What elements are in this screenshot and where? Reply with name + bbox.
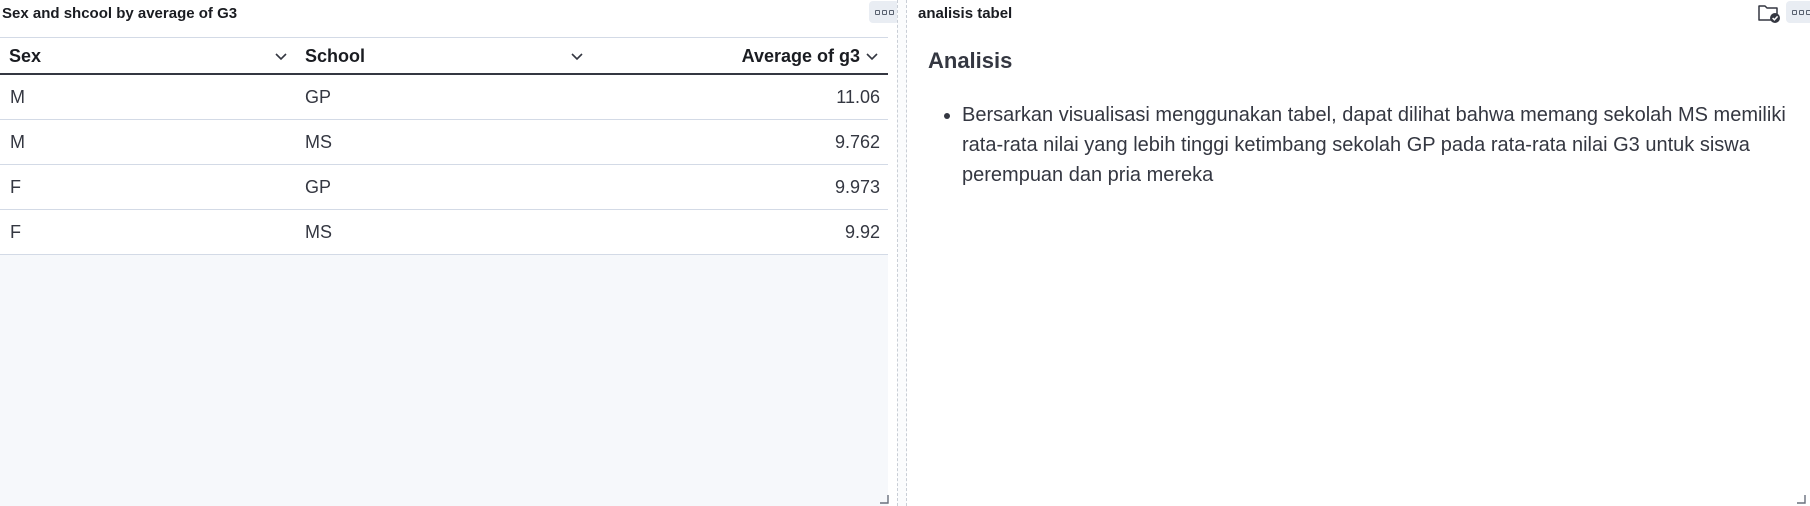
markdown-content: Analisis Bersarkan visualisasi menggunak…: [928, 48, 1798, 190]
data-table: Sex School Average of g3 M GP 11.06 M MS…: [0, 37, 888, 506]
cell-average: 9.92: [844, 221, 880, 242]
list-item: Bersarkan visualisasi menggunakan tabel,…: [962, 100, 1798, 190]
chevron-down-icon[interactable]: [569, 48, 585, 64]
resize-handle-icon[interactable]: [879, 494, 889, 504]
resize-handle-icon[interactable]: [1796, 494, 1806, 504]
cell-sex: F: [10, 176, 21, 197]
table-row: F MS 9.92: [0, 210, 888, 255]
table-row: M MS 9.762: [0, 120, 888, 165]
chevron-down-icon[interactable]: [273, 48, 289, 64]
cell-school: MS: [305, 131, 332, 152]
cell-sex: F: [10, 221, 21, 242]
panel-options-button[interactable]: [1786, 1, 1810, 23]
table-row: F GP 9.973: [0, 165, 888, 210]
column-header-school[interactable]: School: [305, 38, 585, 74]
cell-average: 11.06: [836, 86, 880, 107]
cell-sex: M: [10, 131, 25, 152]
column-header-label: Average of g3: [741, 45, 860, 66]
panel-options-icon: [874, 9, 880, 15]
panel-options-button[interactable]: [869, 1, 899, 23]
table-header: Sex School Average of g3: [0, 37, 888, 75]
column-header-label: Sex: [9, 45, 42, 66]
column-header-average[interactable]: Average of g3: [600, 38, 884, 74]
cell-sex: M: [10, 86, 25, 107]
chevron-down-icon[interactable]: [864, 48, 880, 64]
panel-title: analisis tabel: [918, 5, 1013, 22]
folder-check-icon[interactable]: [1757, 2, 1781, 24]
markdown-panel: analisis tabel Analisis Bersarkan visual…: [908, 0, 1810, 506]
markdown-heading: Analisis: [928, 48, 1013, 73]
panel-options-icon: [1791, 9, 1797, 15]
table-row: M GP 11.06: [0, 75, 888, 120]
cell-school: GP: [305, 176, 332, 197]
cell-average: 9.973: [834, 176, 880, 197]
panel-divider[interactable]: [897, 0, 907, 506]
panel-title: Sex and shcool by average of G3: [2, 5, 238, 22]
bullet-list: Bersarkan visualisasi menggunakan tabel,…: [928, 100, 1798, 190]
column-header-sex[interactable]: Sex: [9, 38, 289, 74]
cell-school: GP: [305, 86, 332, 107]
table-panel: Sex and shcool by average of G3 Sex Scho…: [0, 0, 899, 506]
cell-average: 9.762: [834, 131, 880, 152]
cell-school: MS: [305, 221, 332, 242]
table-body: M GP 11.06 M MS 9.762 F GP 9.973 F MS 9.…: [0, 75, 888, 255]
column-header-label: School: [305, 45, 366, 66]
